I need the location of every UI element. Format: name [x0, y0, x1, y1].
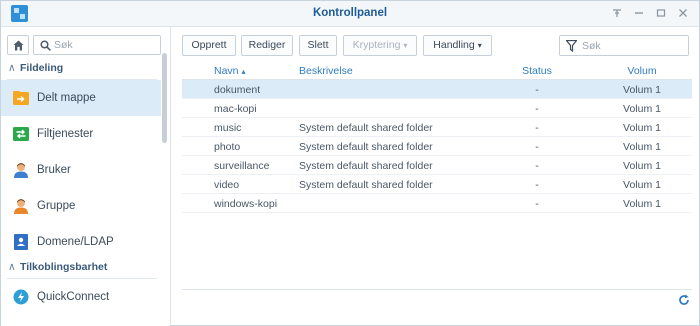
- cell-volume: Volum 1: [623, 103, 661, 115]
- user-icon: [13, 162, 29, 178]
- table-row[interactable]: music System default shared folder - Vol…: [182, 118, 692, 137]
- sidebar-scrollbar[interactable]: [162, 53, 167, 143]
- filter-search-input[interactable]: [582, 39, 682, 53]
- column-header-description[interactable]: Beskrivelse: [299, 65, 353, 77]
- sidebar-item-label: Domene/LDAP: [37, 236, 114, 248]
- cell-name: surveillance: [214, 160, 270, 172]
- maximize-icon[interactable]: [653, 6, 669, 22]
- cell-volume: Volum 1: [623, 122, 661, 134]
- group-header-fildeling[interactable]: ∧ Fildeling: [1, 62, 161, 80]
- encryption-dropdown[interactable]: Kryptering ▾: [343, 35, 417, 56]
- action-label: Handling: [433, 39, 475, 51]
- sidebar-search-input[interactable]: [54, 38, 154, 52]
- column-label: Navn: [214, 65, 239, 77]
- table-row[interactable]: dokument - Volum 1: [182, 80, 692, 99]
- edit-button[interactable]: Rediger: [241, 35, 293, 56]
- sort-asc-icon: ▴: [241, 67, 246, 76]
- action-dropdown[interactable]: Handling ▾: [423, 35, 492, 56]
- cell-description: System default shared folder: [299, 179, 433, 191]
- sidebar-item-label: Delt mappe: [37, 92, 96, 104]
- sidebar-item-label: Filtjenester: [37, 128, 94, 140]
- filter-icon: [566, 40, 577, 52]
- cell-name: music: [214, 122, 242, 134]
- chevron-up-icon: ∧: [8, 62, 16, 74]
- shared-folder-icon: [13, 90, 29, 106]
- sidebar: ∧ Fildeling Delt mappe Filtjenester Bruke…: [1, 27, 171, 326]
- cell-status: -: [535, 84, 539, 96]
- sidebar-item-label: QuickConnect: [37, 291, 110, 303]
- cell-description: System default shared folder: [299, 141, 433, 153]
- encryption-label: Kryptering: [352, 39, 401, 51]
- pin-icon[interactable]: [609, 6, 625, 22]
- cell-description: System default shared folder: [299, 160, 433, 172]
- group-label: Fildeling: [20, 62, 64, 74]
- cell-volume: Volum 1: [623, 84, 661, 96]
- title-bar: Kontrollpanel: [1, 1, 699, 27]
- file-services-icon: [13, 126, 29, 142]
- sidebar-item-bruker[interactable]: Bruker: [1, 152, 161, 188]
- sidebar-item-filtjenester[interactable]: Filtjenester: [1, 116, 161, 152]
- cell-volume: Volum 1: [623, 160, 661, 172]
- cell-name: dokument: [214, 84, 261, 96]
- sidebar-item-gruppe[interactable]: Gruppe: [1, 188, 161, 224]
- minimize-icon[interactable]: [631, 6, 647, 22]
- window-controls: [609, 6, 691, 22]
- cell-name: mac-kopi: [214, 103, 257, 115]
- group-label: Tilkoblingsbarhet: [20, 261, 108, 273]
- table-footer: [182, 289, 692, 311]
- home-button[interactable]: [7, 35, 29, 55]
- sidebar-item-label: Gruppe: [37, 200, 76, 212]
- control-panel-window: Kontrollpanel Søk ∧ Fildeling Delt mappe…: [0, 0, 700, 326]
- cell-volume: Volum 1: [623, 198, 661, 210]
- table-row[interactable]: photo System default shared folder - Vol…: [182, 137, 692, 156]
- cell-volume: Volum 1: [623, 141, 661, 153]
- main-panel: Opprett Rediger Slett Kryptering ▾ Handli…: [172, 27, 699, 326]
- group-icon: [13, 198, 29, 214]
- sidebar-item-domene-ldap[interactable]: Domene/LDAP: [1, 224, 161, 260]
- table-row[interactable]: mac-kopi - Volum 1: [182, 99, 692, 118]
- cell-name: photo: [214, 141, 241, 153]
- window-title: Kontrollpanel: [312, 7, 388, 19]
- toolbar: Opprett Rediger Slett Kryptering ▾ Handli…: [172, 35, 699, 57]
- group-header-tilkoblingsbarhet[interactable]: ∧ Tilkoblingsbarhet: [1, 261, 161, 279]
- column-header-volume[interactable]: Volum: [602, 65, 682, 77]
- column-header-name[interactable]: Navn ▴: [214, 65, 245, 77]
- chevron-up-icon: ∧: [8, 261, 16, 273]
- cell-description: System default shared folder: [299, 122, 433, 134]
- cell-name: windows-kopi: [214, 198, 278, 210]
- search-icon: [40, 40, 51, 51]
- sidebar-item-quickconnect[interactable]: QuickConnect: [1, 279, 161, 315]
- sidebar-search[interactable]: [33, 35, 161, 55]
- table-row[interactable]: windows-kopi - Volum 1: [182, 194, 692, 213]
- caret-down-icon: ▾: [477, 41, 482, 50]
- caret-down-icon: ▾: [403, 41, 408, 50]
- quickconnect-icon: [13, 289, 29, 305]
- cell-status: -: [535, 198, 539, 210]
- cell-status: -: [535, 122, 539, 134]
- sidebar-item-label: Bruker: [37, 164, 71, 176]
- table-row[interactable]: video System default shared folder - Vol…: [182, 175, 692, 194]
- table-row[interactable]: surveillance System default shared folde…: [182, 156, 692, 175]
- delete-button[interactable]: Slett: [299, 35, 337, 56]
- cell-name: video: [214, 179, 240, 191]
- cell-status: -: [535, 179, 539, 191]
- table-header: Navn ▴ Beskrivelse Status Volum: [182, 64, 692, 80]
- filter-search[interactable]: [559, 35, 689, 56]
- cell-status: -: [535, 141, 539, 153]
- close-icon[interactable]: [675, 6, 691, 22]
- cell-status: -: [535, 160, 539, 172]
- cell-volume: Volum 1: [623, 179, 661, 191]
- domain-ldap-icon: [13, 234, 29, 250]
- create-button[interactable]: Opprett: [182, 35, 236, 56]
- sidebar-item-delt-mappe[interactable]: Delt mappe: [1, 80, 161, 116]
- home-icon: [13, 40, 24, 51]
- shared-folder-table: Navn ▴ Beskrivelse Status Volum dokument…: [182, 64, 692, 213]
- refresh-icon[interactable]: [678, 294, 690, 309]
- cell-status: -: [535, 103, 539, 115]
- column-header-status[interactable]: Status: [522, 65, 552, 77]
